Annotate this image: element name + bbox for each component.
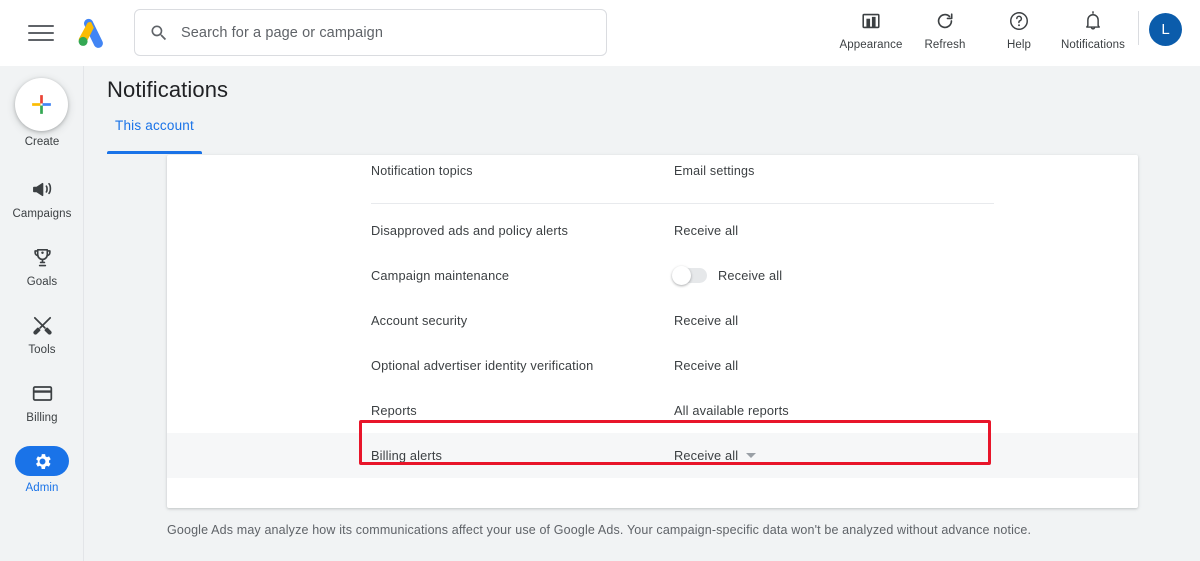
- email-setting-value: Receive all: [718, 268, 783, 283]
- tools-icon: [31, 312, 54, 338]
- email-setting-value: Receive all: [674, 448, 739, 463]
- help-label: Help: [1006, 39, 1032, 51]
- tab-active-underline: [107, 151, 202, 154]
- sidebar-item-admin[interactable]: Admin: [0, 446, 84, 494]
- main-content: Notifications This account Notification …: [84, 66, 1200, 561]
- table-row[interactable]: Optional advertiser identity verificatio…: [167, 343, 1138, 388]
- notification-topic-label: Optional advertiser identity verificatio…: [371, 358, 594, 373]
- refresh-button[interactable]: Refresh: [908, 5, 982, 51]
- sidebar-item-billing[interactable]: Billing: [0, 380, 84, 424]
- table-row[interactable]: Campaign maintenance Receive all: [167, 253, 1138, 298]
- sidebar-item-label: Admin: [25, 482, 59, 494]
- email-setting-cell: Receive all: [674, 223, 738, 238]
- sidebar-item-label: Billing: [26, 412, 58, 424]
- email-setting-cell: All available reports: [674, 403, 789, 418]
- chevron-down-icon[interactable]: [746, 453, 757, 458]
- table-header: Notification topics Email settings: [371, 164, 994, 202]
- sidebar-item-label: Campaigns: [12, 208, 72, 220]
- sidebar-item-goals[interactable]: Goals: [0, 244, 84, 288]
- sidebar-item-label: Tools: [28, 344, 56, 356]
- avatar[interactable]: L: [1149, 13, 1182, 46]
- app-root: Search for a page or campaign Appearance: [0, 0, 1200, 561]
- notification-topic-label: Account security: [371, 313, 468, 328]
- table-row[interactable]: Reports All available reports: [167, 388, 1138, 433]
- tab-label: This account: [115, 118, 194, 133]
- refresh-icon: [934, 9, 956, 33]
- hamburger-line: [28, 25, 54, 27]
- gear-icon: [32, 448, 53, 474]
- email-setting-value: Receive all: [674, 223, 739, 238]
- tab-this-account[interactable]: This account: [107, 118, 202, 154]
- column-header-email-settings: Email settings: [674, 164, 755, 178]
- megaphone-icon: [31, 176, 54, 202]
- bell-icon: [1082, 9, 1104, 33]
- email-setting-value: Receive all: [674, 313, 739, 328]
- top-bar: Search for a page or campaign Appearance: [0, 0, 1200, 66]
- email-setting-cell: Receive all: [674, 358, 738, 373]
- page-title: Notifications: [107, 77, 229, 102]
- admin-active-pill: [15, 446, 69, 476]
- top-bar-actions: Appearance Refresh Help Notifications L: [834, 5, 1190, 61]
- email-setting-cell: Receive all: [674, 313, 738, 328]
- credit-card-icon: [31, 380, 54, 406]
- create-button[interactable]: [15, 78, 68, 131]
- search-placeholder: Search for a page or campaign: [181, 24, 383, 41]
- email-setting-toggle[interactable]: [672, 266, 707, 285]
- notifications-label: Notifications: [1061, 39, 1125, 51]
- table-row[interactable]: Billing alerts Receive all: [167, 433, 1138, 478]
- sidebar-item-tools[interactable]: Tools: [0, 312, 84, 356]
- hamburger-menu-icon[interactable]: [28, 20, 56, 46]
- appearance-label: Appearance: [839, 39, 903, 51]
- hamburger-line: [28, 32, 54, 34]
- sidebar-item-label: Goals: [26, 276, 58, 288]
- notification-topic-label: Campaign maintenance: [371, 268, 510, 283]
- help-button[interactable]: Help: [982, 5, 1056, 51]
- email-setting-cell: Receive all: [672, 266, 783, 285]
- appearance-icon: [860, 9, 882, 33]
- sidebar: Create Campaigns Goals Tools Billing Adm…: [0, 66, 84, 561]
- google-ads-logo[interactable]: [76, 18, 110, 48]
- help-icon: [1008, 9, 1030, 33]
- sidebar-item-campaigns[interactable]: Campaigns: [0, 176, 84, 220]
- table-row[interactable]: Account security Receive all: [167, 298, 1138, 343]
- notification-topic-label: Billing alerts: [371, 448, 443, 463]
- notification-topic-label: Reports: [371, 403, 417, 418]
- table-row[interactable]: Disapproved ads and policy alerts Receive…: [167, 208, 1138, 253]
- hamburger-line: [28, 39, 54, 41]
- email-setting-value: Receive all: [674, 358, 739, 373]
- notification-rows: Disapproved ads and policy alerts Receive…: [167, 208, 1138, 478]
- create-label: Create: [24, 136, 60, 148]
- email-setting-value: All available reports: [674, 403, 789, 418]
- tab-bar: This account: [107, 118, 202, 154]
- toggle-knob: [672, 266, 691, 285]
- search-icon: [149, 23, 169, 43]
- top-bar-divider: [1138, 11, 1139, 45]
- notifications-card: Notification topics Email settings Disap…: [167, 155, 1138, 508]
- search-input[interactable]: Search for a page or campaign: [134, 9, 607, 56]
- appearance-button[interactable]: Appearance: [834, 5, 908, 51]
- refresh-label: Refresh: [924, 39, 966, 51]
- table-header-rule: [371, 203, 994, 204]
- notifications-button[interactable]: Notifications: [1056, 5, 1130, 51]
- trophy-icon: [31, 244, 54, 270]
- email-setting-cell: Receive all: [674, 448, 757, 463]
- footnote: Google Ads may analyze how its communica…: [167, 523, 1032, 537]
- notification-topic-label: Disapproved ads and policy alerts: [371, 223, 569, 238]
- column-header-notification-topics: Notification topics: [371, 164, 473, 178]
